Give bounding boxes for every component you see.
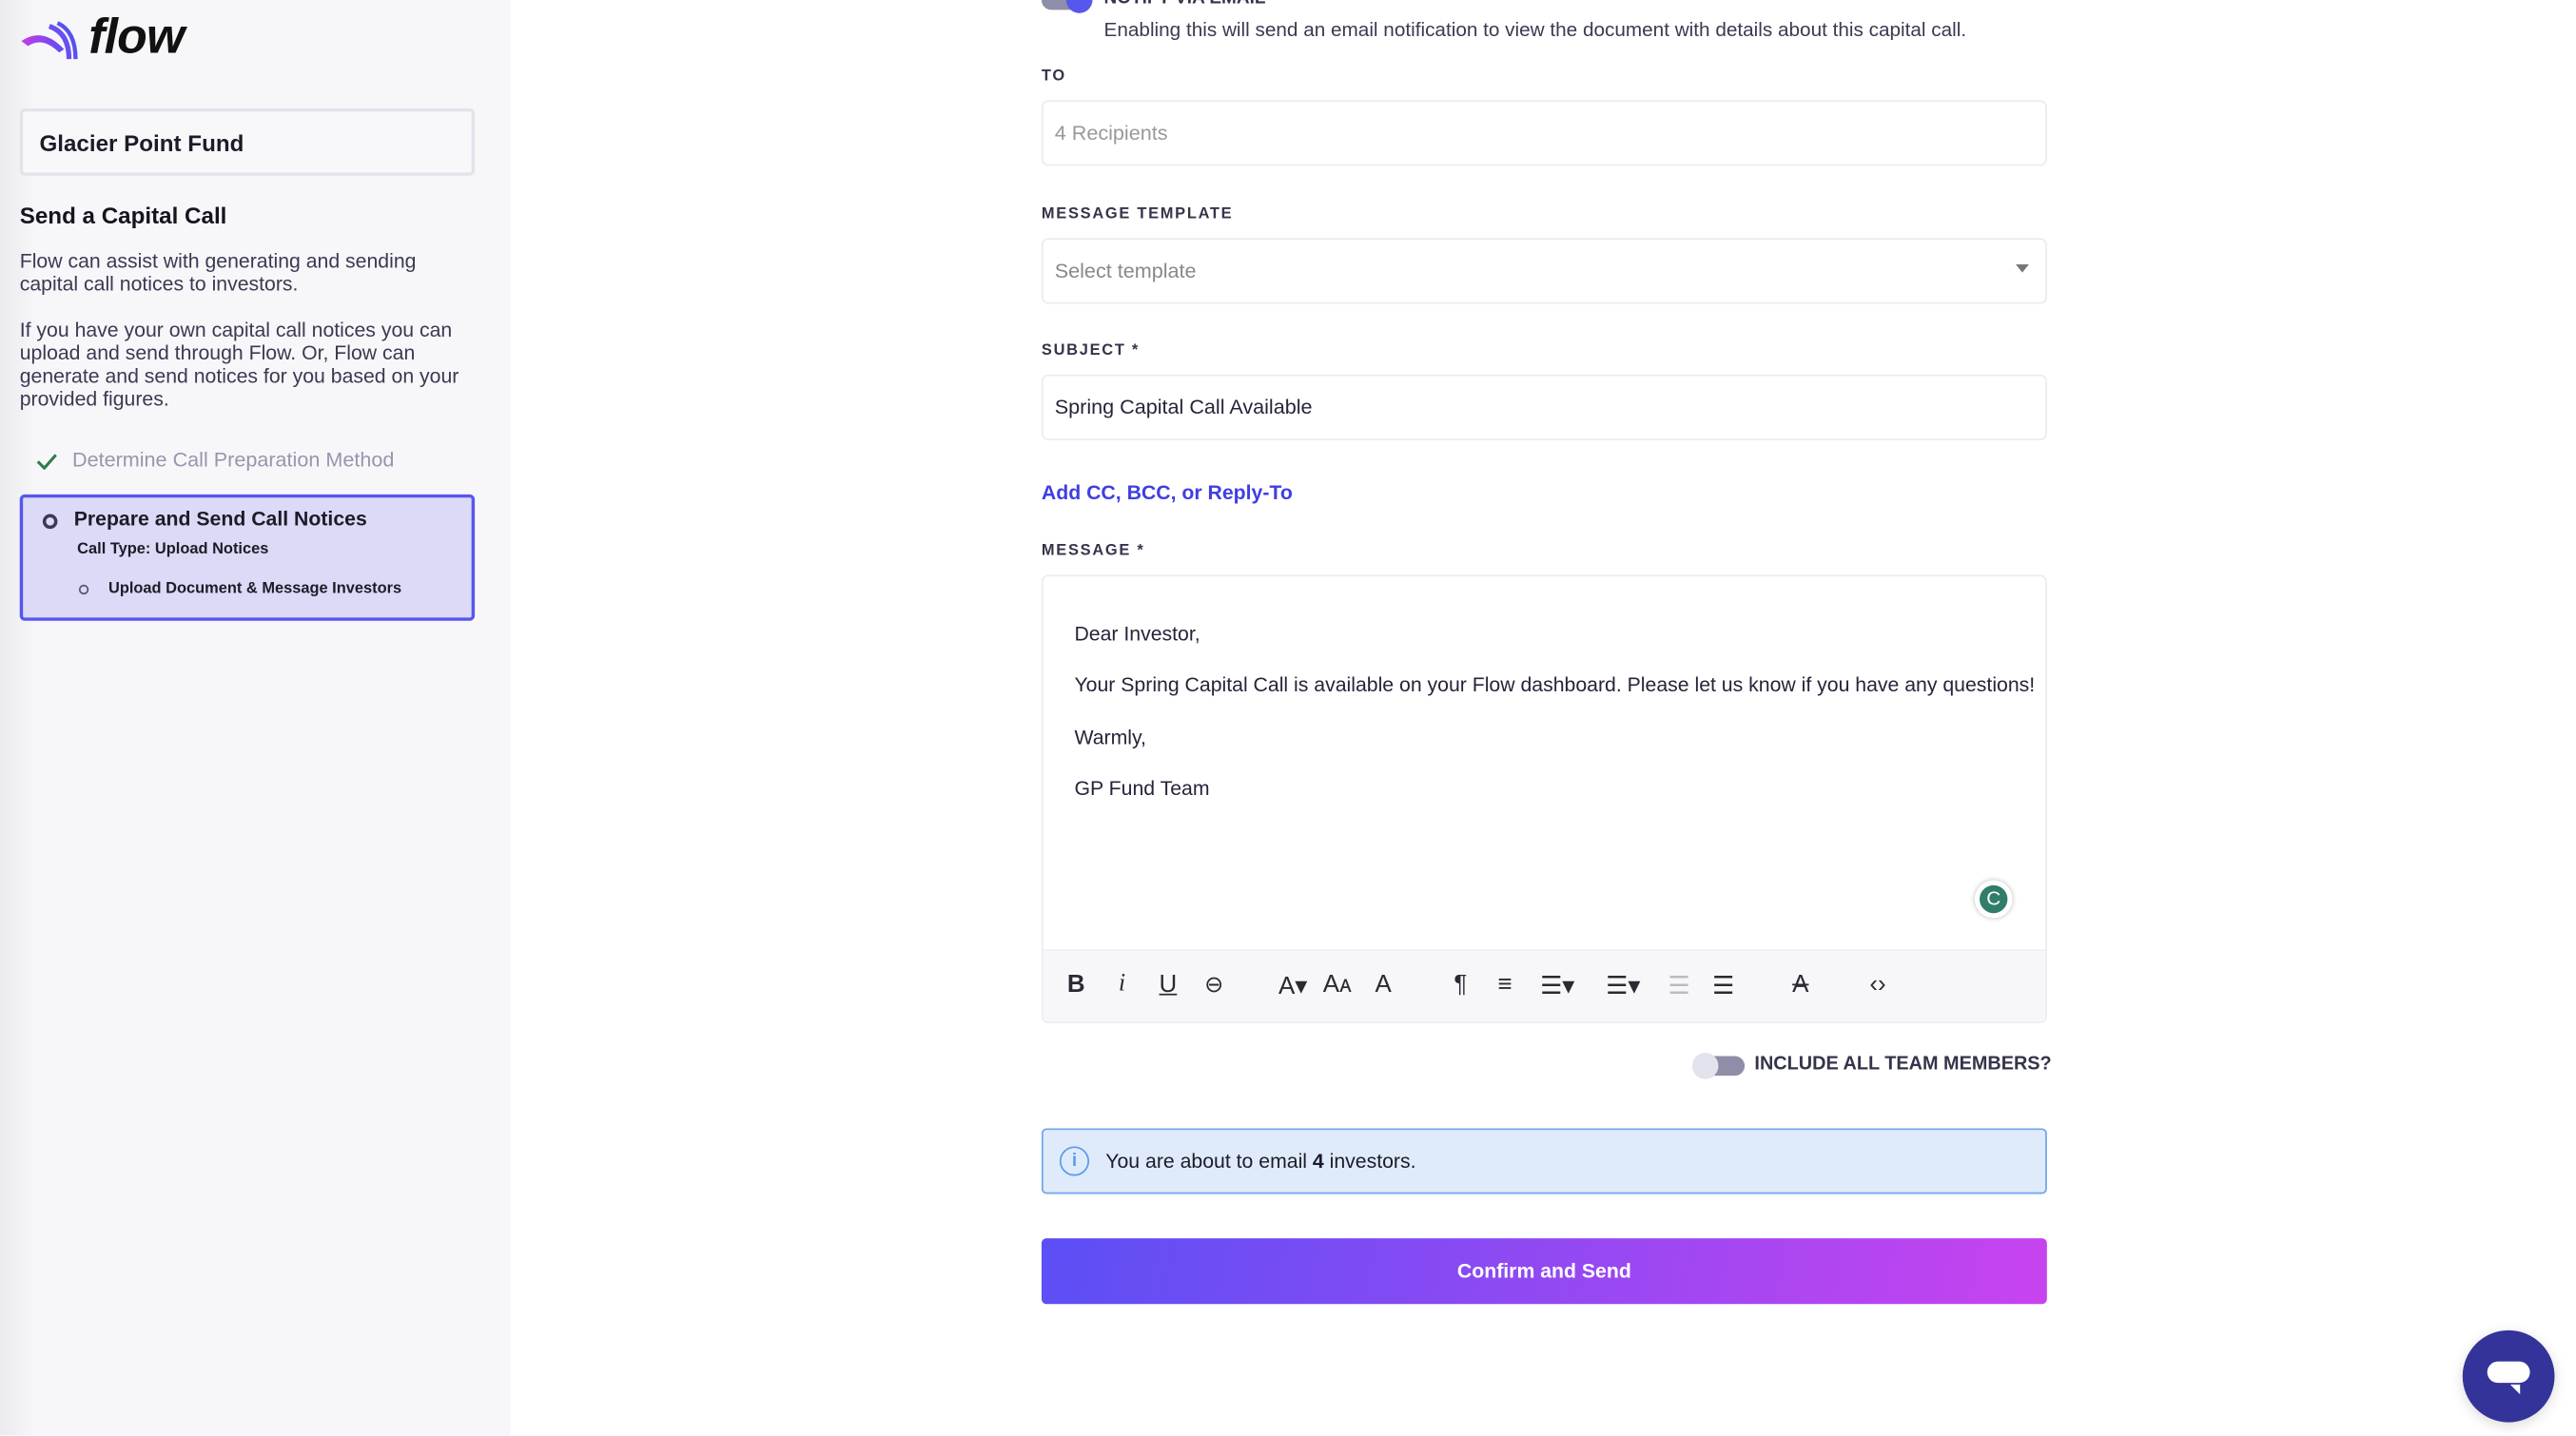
investor-count: 4 (1312, 1149, 1324, 1174)
code-view-icon[interactable]: ‹› (1860, 971, 1896, 999)
font-family-icon[interactable]: Aᴀ (1319, 971, 1356, 999)
ordered-list-icon[interactable]: ☰▾ (1532, 971, 1582, 999)
substep-circle-icon (78, 584, 89, 595)
sidebar-intro: Flow can assist with generating and send… (19, 249, 417, 296)
chat-button[interactable] (2462, 1329, 2555, 1423)
sidebar-details: If you have your own capital call notice… (19, 319, 459, 411)
unordered-list-icon[interactable]: ☰▾ (1598, 971, 1648, 999)
notify-toggle[interactable] (1041, 0, 1093, 13)
sidebar: flow Glacier Point Fund Send a Capital C… (0, 0, 512, 1436)
text-color-icon[interactable]: A (1365, 971, 1401, 999)
grammarly-icon[interactable]: C (1974, 880, 2013, 919)
paragraph-format-icon[interactable]: ¶ (1442, 971, 1478, 999)
step-determine-method[interactable]: Determine Call Preparation Method (72, 448, 394, 471)
notify-label: NOTIFY VIA EMAIL (1104, 0, 1266, 9)
to-label: TO (1041, 67, 1066, 86)
substep-upload-message[interactable]: Upload Document & Message Investors (108, 580, 401, 598)
italic-icon[interactable]: i (1104, 971, 1141, 999)
message-line: Warmly, (1074, 726, 1146, 749)
step-label: Prepare and Send Call Notices (73, 507, 367, 531)
step-prepare-send[interactable]: Prepare and Send Call Notices Call Type:… (19, 494, 476, 621)
chat-bubble-icon (2487, 1361, 2530, 1384)
subject-field[interactable]: Spring Capital Call Available (1041, 374, 2047, 440)
subject-label: SUBJECT * (1041, 341, 1140, 360)
chat-bubble-tail (2509, 1384, 2521, 1395)
bold-icon[interactable]: B (1058, 971, 1094, 999)
message-line: Dear Investor, (1074, 622, 1200, 646)
logo-text: flow (88, 10, 185, 65)
step-subtitle: Call Type: Upload Notices (77, 540, 269, 559)
template-label: MESSAGE TEMPLATE (1041, 204, 1234, 223)
editor-toolbar: B i U ⊖ A▾ Aᴀ A ¶ ≡ ☰▾ ☰▾ ☰ ☰ A ‹› (1043, 949, 2046, 1022)
message-line: GP Fund Team (1074, 776, 1210, 801)
notify-description: Enabling this will send an email notific… (1103, 17, 1967, 42)
include-team-label: INCLUDE ALL TEAM MEMBERS? (1754, 1054, 2052, 1075)
message-editor[interactable]: Dear Investor, Your Spring Capital Call … (1041, 574, 2047, 1023)
sidebar-title: Send a Capital Call (19, 202, 227, 229)
include-team-toggle[interactable] (1691, 1053, 1746, 1079)
fund-selector[interactable]: Glacier Point Fund (19, 107, 476, 176)
clear-format-icon[interactable]: A (1783, 971, 1819, 999)
font-size-icon[interactable]: A▾ (1275, 971, 1311, 999)
confirm-send-button[interactable]: Confirm and Send (1041, 1238, 2047, 1305)
info-banner: i You are about to email 4 investors. (1041, 1128, 2047, 1194)
info-text: You are about to email 4 investors. (1105, 1149, 1416, 1174)
info-icon: i (1059, 1146, 1090, 1176)
indent-icon[interactable]: ☰ (1706, 971, 1742, 999)
message-line: Your Spring Capital Call is available on… (1074, 673, 2036, 697)
check-icon (36, 454, 57, 470)
chevron-down-icon (2016, 264, 2029, 273)
underline-icon[interactable]: U (1150, 971, 1186, 999)
link-icon[interactable]: ⊖ (1196, 971, 1232, 999)
add-cc-bcc-link[interactable]: Add CC, BCC, or Reply-To (1042, 481, 1293, 504)
flow-logo-icon (21, 21, 78, 60)
template-select[interactable]: Select template (1041, 238, 2047, 304)
template-placeholder: Select template (1054, 259, 1197, 283)
to-field[interactable]: 4 Recipients (1041, 100, 2047, 166)
step-circle-icon (42, 514, 58, 530)
message-label: MESSAGE * (1041, 541, 1145, 560)
align-icon[interactable]: ≡ (1487, 971, 1523, 999)
outdent-icon[interactable]: ☰ (1661, 971, 1697, 999)
